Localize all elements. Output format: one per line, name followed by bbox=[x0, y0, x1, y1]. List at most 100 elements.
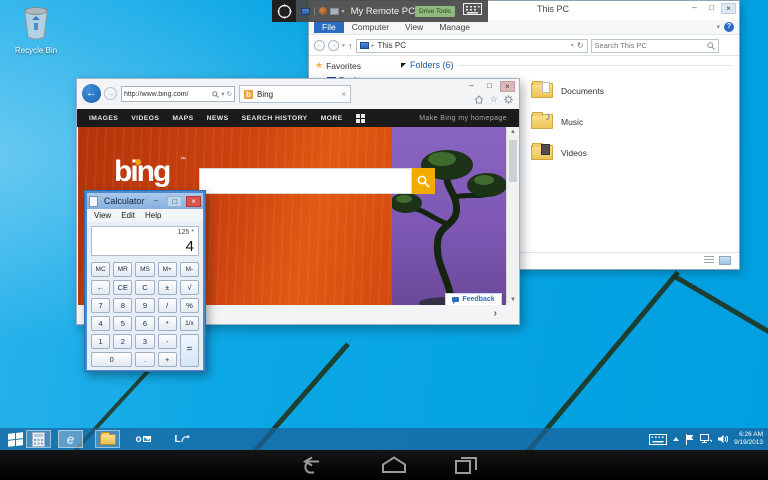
key-backspace[interactable]: ← bbox=[91, 280, 110, 295]
ie-forward-button[interactable]: → bbox=[104, 87, 117, 100]
key-1[interactable]: 1 bbox=[91, 334, 110, 349]
pan-dpad-button[interactable] bbox=[272, 0, 296, 22]
android-back-button[interactable] bbox=[290, 454, 330, 476]
scroll-thumb[interactable] bbox=[509, 140, 517, 182]
ie-tab-bing[interactable]: b Bing × bbox=[239, 85, 351, 103]
ie-close-button[interactable]: × bbox=[500, 81, 515, 92]
search-box[interactable] bbox=[591, 39, 719, 53]
show-hidden-icons-button[interactable] bbox=[673, 437, 679, 441]
key-mplus[interactable]: M+ bbox=[158, 262, 177, 277]
key-divide[interactable]: / bbox=[158, 298, 177, 313]
tab-computer[interactable]: Computer bbox=[344, 21, 397, 33]
next-page-chevron-icon[interactable]: › bbox=[494, 308, 497, 319]
key-reciprocal[interactable]: 1/x bbox=[180, 316, 199, 331]
thumbnail-view-icon[interactable] bbox=[719, 256, 731, 265]
ie-back-button[interactable]: ← bbox=[82, 84, 101, 103]
key-mr[interactable]: MR bbox=[113, 262, 132, 277]
android-recents-button[interactable] bbox=[446, 454, 486, 476]
menu-help[interactable]: Help bbox=[145, 211, 161, 220]
ie-address-dropdown-icon[interactable]: ▾ bbox=[221, 90, 224, 98]
ie-refresh-icon[interactable]: ↻ bbox=[227, 90, 232, 98]
qat-computer-icon[interactable] bbox=[301, 8, 310, 15]
key-3[interactable]: 3 bbox=[135, 334, 154, 349]
apps-grid-icon[interactable] bbox=[356, 114, 365, 123]
key-ms[interactable]: MS bbox=[135, 262, 154, 277]
ie-search-icon[interactable] bbox=[212, 91, 219, 98]
key-mminus[interactable]: M- bbox=[180, 262, 199, 277]
key-percent[interactable]: % bbox=[180, 298, 199, 313]
drive-tools-tab[interactable]: Drive Tools bbox=[415, 6, 455, 17]
keyboard-toggle-button[interactable] bbox=[463, 2, 482, 20]
ie-tab-close-icon[interactable]: × bbox=[341, 90, 346, 99]
homepage-promo-link[interactable]: Make Bing my homepage bbox=[419, 115, 507, 122]
nav-search-history[interactable]: SEARCH HISTORY bbox=[242, 115, 308, 122]
ribbon-expand-icon[interactable]: ▾ bbox=[716, 23, 720, 31]
key-mc[interactable]: MC bbox=[91, 262, 110, 277]
key-c[interactable]: C bbox=[135, 280, 154, 295]
bing-search-button[interactable] bbox=[412, 168, 435, 194]
key-4[interactable]: 4 bbox=[91, 316, 110, 331]
key-plus[interactable]: + bbox=[158, 352, 177, 367]
taskbar-file-explorer[interactable] bbox=[95, 430, 120, 448]
explorer-minimize-button[interactable]: – bbox=[687, 3, 702, 14]
nav-images[interactable]: IMAGES bbox=[89, 115, 118, 122]
menu-view[interactable]: View bbox=[94, 211, 111, 220]
key-decimal[interactable]: . bbox=[135, 352, 154, 367]
menu-edit[interactable]: Edit bbox=[121, 211, 135, 220]
sidebar-item-favorites[interactable]: ★ Favorites bbox=[315, 60, 393, 71]
explorer-maximize-button[interactable]: □ bbox=[704, 3, 719, 14]
refresh-icon[interactable]: ↻ bbox=[577, 41, 584, 50]
explorer-close-button[interactable]: × bbox=[721, 3, 736, 14]
key-2[interactable]: 2 bbox=[113, 334, 132, 349]
ie-address-bar[interactable]: http://www.bing.com/ ▾ ↻ bbox=[121, 86, 235, 102]
favorites-icon[interactable]: ☆ bbox=[490, 95, 498, 104]
help-icon[interactable]: ? bbox=[724, 22, 734, 32]
key-8[interactable]: 8 bbox=[113, 298, 132, 313]
nav-videos[interactable]: VIDEOS bbox=[131, 115, 159, 122]
key-5[interactable]: 5 bbox=[113, 316, 132, 331]
tab-manage[interactable]: Manage bbox=[431, 21, 478, 33]
action-center-flag-icon[interactable] bbox=[685, 434, 694, 445]
taskbar-clock[interactable]: 6:26 AM 9/19/2013 bbox=[734, 431, 766, 447]
recycle-bin[interactable]: Recycle Bin bbox=[8, 6, 64, 55]
qat-folder-icon[interactable] bbox=[330, 8, 339, 15]
search-input[interactable] bbox=[595, 41, 707, 50]
key-negate[interactable]: ± bbox=[158, 280, 177, 295]
key-9[interactable]: 9 bbox=[135, 298, 154, 313]
address-dropdown-icon[interactable]: ▾ bbox=[571, 42, 574, 49]
home-icon[interactable] bbox=[474, 95, 484, 104]
key-sqrt[interactable]: √ bbox=[180, 280, 199, 295]
key-ce[interactable]: CE bbox=[113, 280, 132, 295]
scroll-up-icon[interactable]: ▲ bbox=[507, 127, 519, 138]
start-button[interactable] bbox=[3, 430, 27, 448]
qat-properties-icon[interactable] bbox=[319, 7, 327, 15]
key-7[interactable]: 7 bbox=[91, 298, 110, 313]
tab-file[interactable]: File bbox=[314, 21, 344, 33]
nav-news[interactable]: NEWS bbox=[207, 115, 229, 122]
taskbar-internet-explorer[interactable]: e bbox=[58, 430, 83, 448]
calculator-minimize-button[interactable]: – bbox=[148, 196, 163, 207]
history-dropdown-icon[interactable]: ▾ bbox=[342, 42, 345, 49]
folder-item-documents[interactable]: Documents bbox=[531, 75, 604, 106]
nav-more[interactable]: MORE bbox=[321, 115, 343, 122]
calculator-close-button[interactable]: × bbox=[186, 196, 201, 207]
taskbar-calculator[interactable] bbox=[26, 430, 51, 448]
folder-item-videos[interactable]: Videos bbox=[531, 137, 604, 168]
ie-scrollbar[interactable]: ▲ ▼ bbox=[506, 127, 518, 306]
qat-dropdown-icon[interactable]: ▾ bbox=[342, 8, 345, 15]
ie-minimize-button[interactable]: – bbox=[464, 81, 479, 92]
key-0[interactable]: 0 bbox=[91, 352, 132, 367]
touch-keyboard-icon[interactable] bbox=[649, 434, 667, 445]
network-icon[interactable] bbox=[700, 434, 712, 444]
details-view-icon[interactable] bbox=[704, 256, 714, 265]
address-bar[interactable]: ▸ This PC ▾ ↻ bbox=[356, 39, 588, 53]
up-icon[interactable]: ↑ bbox=[348, 41, 353, 51]
key-minus[interactable]: - bbox=[158, 334, 177, 349]
ie-maximize-button[interactable]: □ bbox=[482, 81, 497, 92]
nav-maps[interactable]: MAPS bbox=[172, 115, 193, 122]
tab-view[interactable]: View bbox=[397, 21, 431, 33]
back-icon[interactable]: ← bbox=[314, 40, 325, 51]
key-6[interactable]: 6 bbox=[135, 316, 154, 331]
key-equals[interactable]: = bbox=[180, 334, 199, 367]
forward-icon[interactable]: → bbox=[328, 40, 339, 51]
